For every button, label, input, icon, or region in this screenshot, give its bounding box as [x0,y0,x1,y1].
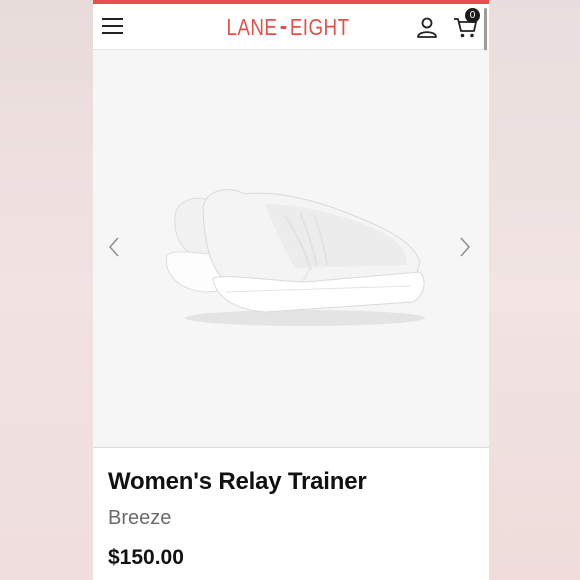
background-right [489,0,580,580]
product-price: $150.00 [108,546,184,569]
mobile-page: LANE EIGHT 0 Women's Relay Trainer Breez… [93,0,489,580]
product-title: Women's Relay Trainer [108,468,367,495]
product-image-gallery [93,50,489,447]
logo-dash [280,25,287,29]
hamburger-menu-icon[interactable] [102,17,124,35]
chevron-left-icon[interactable] [107,236,121,258]
brand-logo[interactable]: LANE EIGHT [227,12,350,42]
chevron-right-icon[interactable] [458,236,472,258]
product-image [165,189,425,326]
section-divider [93,447,489,448]
account-icon[interactable] [415,15,439,39]
site-header: LANE EIGHT 0 [93,4,489,50]
cart-count-badge: 0 [465,8,480,23]
logo-text-eight: EIGHT [289,13,350,40]
background-left [0,0,93,580]
logo-text-lane: LANE [226,13,278,40]
product-color-name: Breeze [108,507,172,529]
